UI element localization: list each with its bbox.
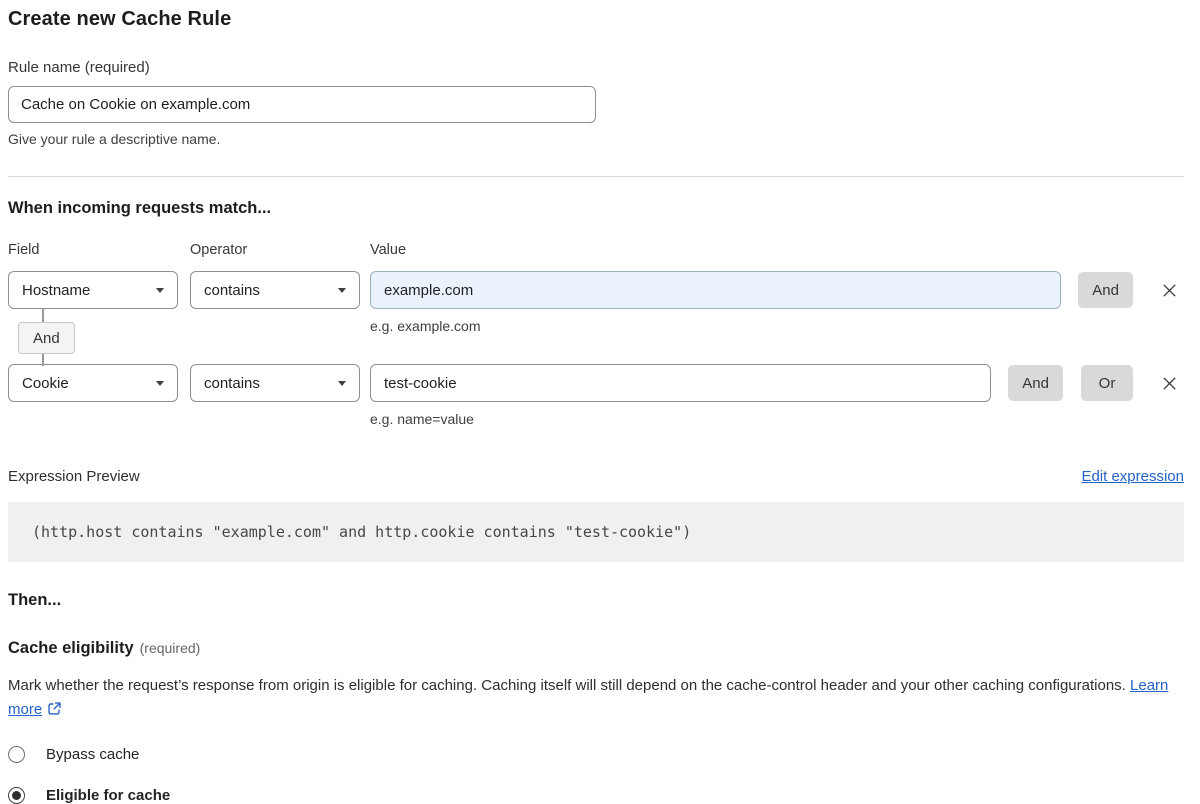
match-column-labels: Field Operator Value bbox=[8, 242, 1184, 258]
radio-icon bbox=[8, 746, 25, 763]
value-hint: e.g. example.com bbox=[370, 318, 1061, 334]
edit-expression-link[interactable]: Edit expression bbox=[1081, 468, 1184, 485]
field-select-value: Hostname bbox=[22, 282, 90, 299]
and-button[interactable]: And bbox=[1078, 272, 1133, 308]
cache-eligibility-title: Cache eligibility bbox=[8, 639, 134, 657]
chevron-down-icon bbox=[338, 381, 346, 386]
then-heading: Then... bbox=[8, 591, 1184, 610]
operator-select[interactable]: contains bbox=[190, 364, 360, 402]
field-select[interactable]: Hostname bbox=[8, 271, 178, 309]
cache-eligibility-description: Mark whether the request’s response from… bbox=[8, 674, 1176, 722]
radio-label: Bypass cache bbox=[46, 746, 139, 763]
radio-option-eligible-for-cache[interactable]: Eligible for cache bbox=[8, 787, 1184, 804]
operator-select[interactable]: contains bbox=[190, 271, 360, 309]
match-rows: Hostname contains e.g. example.com And bbox=[8, 271, 1184, 427]
value-hint: e.g. name=value bbox=[370, 411, 991, 427]
chevron-down-icon bbox=[156, 288, 164, 293]
chevron-down-icon bbox=[338, 288, 346, 293]
value-input[interactable] bbox=[370, 364, 991, 402]
field-column-label: Field bbox=[8, 242, 178, 258]
field-select[interactable]: Cookie bbox=[8, 364, 178, 402]
match-section-heading: When incoming requests match... bbox=[8, 199, 1184, 218]
match-row: Hostname contains e.g. example.com And bbox=[8, 271, 1184, 334]
rule-name-help: Give your rule a descriptive name. bbox=[8, 131, 1184, 147]
radio-option-bypass-cache[interactable]: Bypass cache bbox=[8, 746, 1184, 763]
value-column-label: Value bbox=[370, 242, 1184, 258]
external-link-icon bbox=[47, 701, 62, 716]
connector-and-pill[interactable]: And bbox=[18, 322, 75, 354]
operator-select-value: contains bbox=[204, 375, 260, 392]
radio-icon bbox=[8, 787, 25, 804]
remove-condition-button[interactable] bbox=[1158, 279, 1180, 301]
close-icon bbox=[1160, 281, 1179, 300]
chevron-down-icon bbox=[156, 381, 164, 386]
create-cache-rule-page: Create new Cache Rule Rule name (require… bbox=[0, 0, 1200, 804]
rule-name-input[interactable] bbox=[8, 86, 596, 123]
description-text: Mark whether the request’s response from… bbox=[8, 677, 1126, 694]
operator-select-value: contains bbox=[204, 282, 260, 299]
match-row: Cookie contains e.g. name=value And Or bbox=[8, 364, 1184, 427]
expression-code-block: (http.host contains "example.com" and ht… bbox=[8, 502, 1184, 562]
row-actions: And bbox=[1078, 271, 1184, 309]
value-cell: e.g. name=value bbox=[370, 364, 991, 427]
close-icon bbox=[1160, 374, 1179, 393]
value-input[interactable] bbox=[370, 271, 1061, 309]
required-note: (required) bbox=[140, 640, 201, 656]
radio-label: Eligible for cache bbox=[46, 787, 170, 804]
remove-condition-button[interactable] bbox=[1158, 372, 1180, 394]
or-button[interactable]: Or bbox=[1081, 365, 1133, 401]
rule-name-label: Rule name (required) bbox=[8, 59, 1184, 76]
page-title: Create new Cache Rule bbox=[8, 8, 1184, 31]
row-actions: And Or bbox=[1008, 364, 1184, 402]
expression-preview-label: Expression Preview bbox=[8, 468, 140, 485]
operator-column-label: Operator bbox=[190, 242, 360, 258]
value-cell: e.g. example.com bbox=[370, 271, 1061, 334]
section-divider bbox=[8, 176, 1184, 177]
expression-preview-header: Expression Preview Edit expression bbox=[8, 468, 1184, 485]
and-button[interactable]: And bbox=[1008, 365, 1063, 401]
rule-name-section: Rule name (required) Give your rule a de… bbox=[8, 59, 1184, 147]
field-select-value: Cookie bbox=[22, 375, 69, 392]
cache-eligibility-heading: Cache eligibility (required) bbox=[8, 639, 1184, 658]
